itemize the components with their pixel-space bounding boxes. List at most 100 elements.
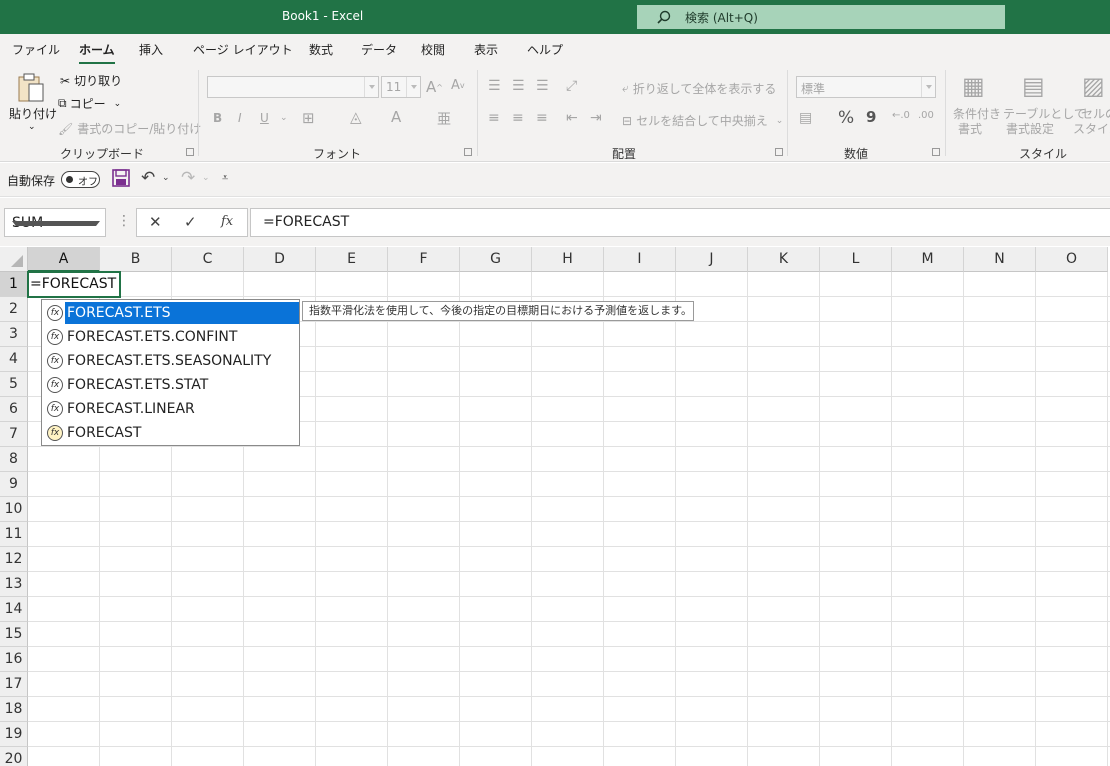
- column-header-o[interactable]: O: [1036, 247, 1108, 272]
- row-header-6[interactable]: 6: [0, 397, 28, 422]
- increase-font-icon[interactable]: A ^: [426, 78, 443, 96]
- column-header-n[interactable]: N: [964, 247, 1036, 272]
- tab-help[interactable]: ヘルプ: [527, 41, 563, 58]
- row-header-13[interactable]: 13: [0, 572, 28, 597]
- column-header-k[interactable]: K: [748, 247, 820, 272]
- chevron-down-icon[interactable]: ⌄: [202, 173, 210, 183]
- table-format-icon[interactable]: ▤: [1022, 72, 1045, 100]
- row-header-20[interactable]: 20: [0, 747, 28, 766]
- row-header-18[interactable]: 18: [0, 697, 28, 722]
- tab-insert[interactable]: 挿入: [139, 41, 163, 58]
- name-box[interactable]: SUM: [4, 208, 106, 237]
- clipboard-launcher-icon[interactable]: [186, 148, 194, 156]
- tab-review[interactable]: 校閲: [421, 41, 445, 58]
- chevron-down-icon[interactable]: ⌄: [162, 173, 170, 183]
- insert-function-icon[interactable]: fx: [221, 214, 233, 229]
- align-bottom-icon[interactable]: ☰: [536, 78, 549, 94]
- row-header-17[interactable]: 17: [0, 672, 28, 697]
- orientation-icon[interactable]: ⤢: [566, 78, 577, 94]
- row-header-4[interactable]: 4: [0, 347, 28, 372]
- cell-style-icon[interactable]: ▨: [1082, 72, 1105, 100]
- row-header-9[interactable]: 9: [0, 472, 28, 497]
- font-color-icon[interactable]: A: [391, 108, 401, 126]
- tab-data[interactable]: データ: [361, 41, 397, 58]
- row-header-19[interactable]: 19: [0, 722, 28, 747]
- column-header-c[interactable]: C: [172, 247, 244, 272]
- tab-page-layout[interactable]: ページ レイアウト: [193, 41, 293, 58]
- format-painter-button[interactable]: 🖌 書式のコピー/貼り付け: [58, 120, 201, 137]
- table-format-label-2[interactable]: 書式設定: [1006, 120, 1054, 137]
- row-header-11[interactable]: 11: [0, 522, 28, 547]
- chevron-down-icon[interactable]: [406, 77, 420, 97]
- column-header-j[interactable]: J: [676, 247, 748, 272]
- currency-icon[interactable]: ▤: [799, 110, 812, 126]
- customize-qat-icon[interactable]: ⩡: [222, 171, 228, 185]
- column-header-m[interactable]: M: [892, 247, 964, 272]
- underline-button[interactable]: U: [260, 111, 269, 125]
- tab-view[interactable]: 表示: [474, 41, 498, 58]
- chevron-down-icon[interactable]: ⌄: [280, 113, 288, 123]
- redo-icon[interactable]: ↷: [181, 168, 195, 188]
- column-header-e[interactable]: E: [316, 247, 388, 272]
- wrap-text-button[interactable]: ⤶ 折り返して全体を表示する: [622, 80, 776, 97]
- row-header-2[interactable]: 2: [0, 297, 28, 322]
- paste-dropdown-icon[interactable]: ⌄: [28, 122, 36, 132]
- bold-button[interactable]: B: [213, 111, 222, 125]
- column-header-i[interactable]: I: [604, 247, 676, 272]
- column-header-h[interactable]: H: [532, 247, 604, 272]
- select-all-button[interactable]: [0, 247, 28, 272]
- paste-button[interactable]: [16, 72, 46, 104]
- conditional-format-icon[interactable]: ▦: [962, 72, 985, 100]
- copy-button[interactable]: ⧉ コピー ⌄: [58, 95, 121, 112]
- tab-formulas[interactable]: 数式: [309, 41, 333, 58]
- merge-center-button[interactable]: ⊟ セルを結合して中央揃え ⌄: [622, 112, 783, 129]
- autocomplete-item[interactable]: fx FORECAST.LINEAR: [42, 397, 299, 421]
- row-header-12[interactable]: 12: [0, 547, 28, 572]
- border-icon[interactable]: ⊞: [302, 109, 315, 127]
- autocomplete-item[interactable]: fx FORECAST.ETS.CONFINT: [42, 325, 299, 349]
- autocomplete-item[interactable]: fx FORECAST.ETS: [42, 301, 299, 325]
- tab-file[interactable]: ファイル: [12, 41, 60, 58]
- align-top-icon[interactable]: ☰: [488, 78, 501, 94]
- grip-icon[interactable]: ⋮: [117, 213, 131, 229]
- increase-indent-icon[interactable]: ⇥: [590, 110, 602, 126]
- number-format-combo[interactable]: 標準: [796, 76, 936, 98]
- autocomplete-item[interactable]: fx FORECAST: [42, 421, 299, 445]
- percent-button[interactable]: %: [838, 108, 854, 128]
- row-header-16[interactable]: 16: [0, 647, 28, 672]
- font-name-combo[interactable]: [207, 76, 379, 98]
- row-header-15[interactable]: 15: [0, 622, 28, 647]
- decrease-decimal-icon[interactable]: .00: [918, 110, 934, 121]
- row-header-7[interactable]: 7: [0, 422, 28, 447]
- align-center-icon[interactable]: ≡: [512, 110, 524, 126]
- column-header-g[interactable]: G: [460, 247, 532, 272]
- align-middle-icon[interactable]: ☰: [512, 78, 525, 94]
- row-header-8[interactable]: 8: [0, 447, 28, 472]
- autosave-toggle[interactable]: オフ: [61, 171, 100, 188]
- font-size-combo[interactable]: 11: [381, 76, 421, 98]
- chevron-down-icon[interactable]: [364, 77, 378, 97]
- autocomplete-item[interactable]: fx FORECAST.ETS.SEASONALITY: [42, 349, 299, 373]
- font-launcher-icon[interactable]: [464, 148, 472, 156]
- tab-home[interactable]: ホーム: [79, 41, 115, 65]
- row-header-1[interactable]: 1: [0, 272, 28, 297]
- cell-style-label-2[interactable]: スタイル: [1073, 120, 1110, 137]
- formula-input[interactable]: =FORECAST: [250, 208, 1110, 237]
- undo-icon[interactable]: ↶: [141, 168, 155, 188]
- cancel-icon[interactable]: ✕: [149, 213, 162, 231]
- active-cell-a1[interactable]: =FORECAST: [27, 271, 121, 298]
- column-header-a[interactable]: A: [28, 247, 100, 272]
- italic-button[interactable]: I: [238, 111, 242, 125]
- row-header-14[interactable]: 14: [0, 597, 28, 622]
- save-icon[interactable]: [112, 169, 130, 190]
- fill-color-icon[interactable]: ◬: [350, 108, 362, 126]
- search-box[interactable]: 検索 (Alt+Q): [637, 5, 1005, 29]
- autocomplete-item[interactable]: fx FORECAST.ETS.STAT: [42, 373, 299, 397]
- row-header-10[interactable]: 10: [0, 497, 28, 522]
- column-header-l[interactable]: L: [820, 247, 892, 272]
- align-left-icon[interactable]: ≡: [488, 110, 500, 126]
- conditional-format-label-2[interactable]: 書式: [958, 120, 982, 137]
- chevron-down-icon[interactable]: [921, 77, 935, 97]
- decrease-indent-icon[interactable]: ⇤: [566, 110, 578, 126]
- cut-button[interactable]: ✂ 切り取り: [60, 72, 122, 89]
